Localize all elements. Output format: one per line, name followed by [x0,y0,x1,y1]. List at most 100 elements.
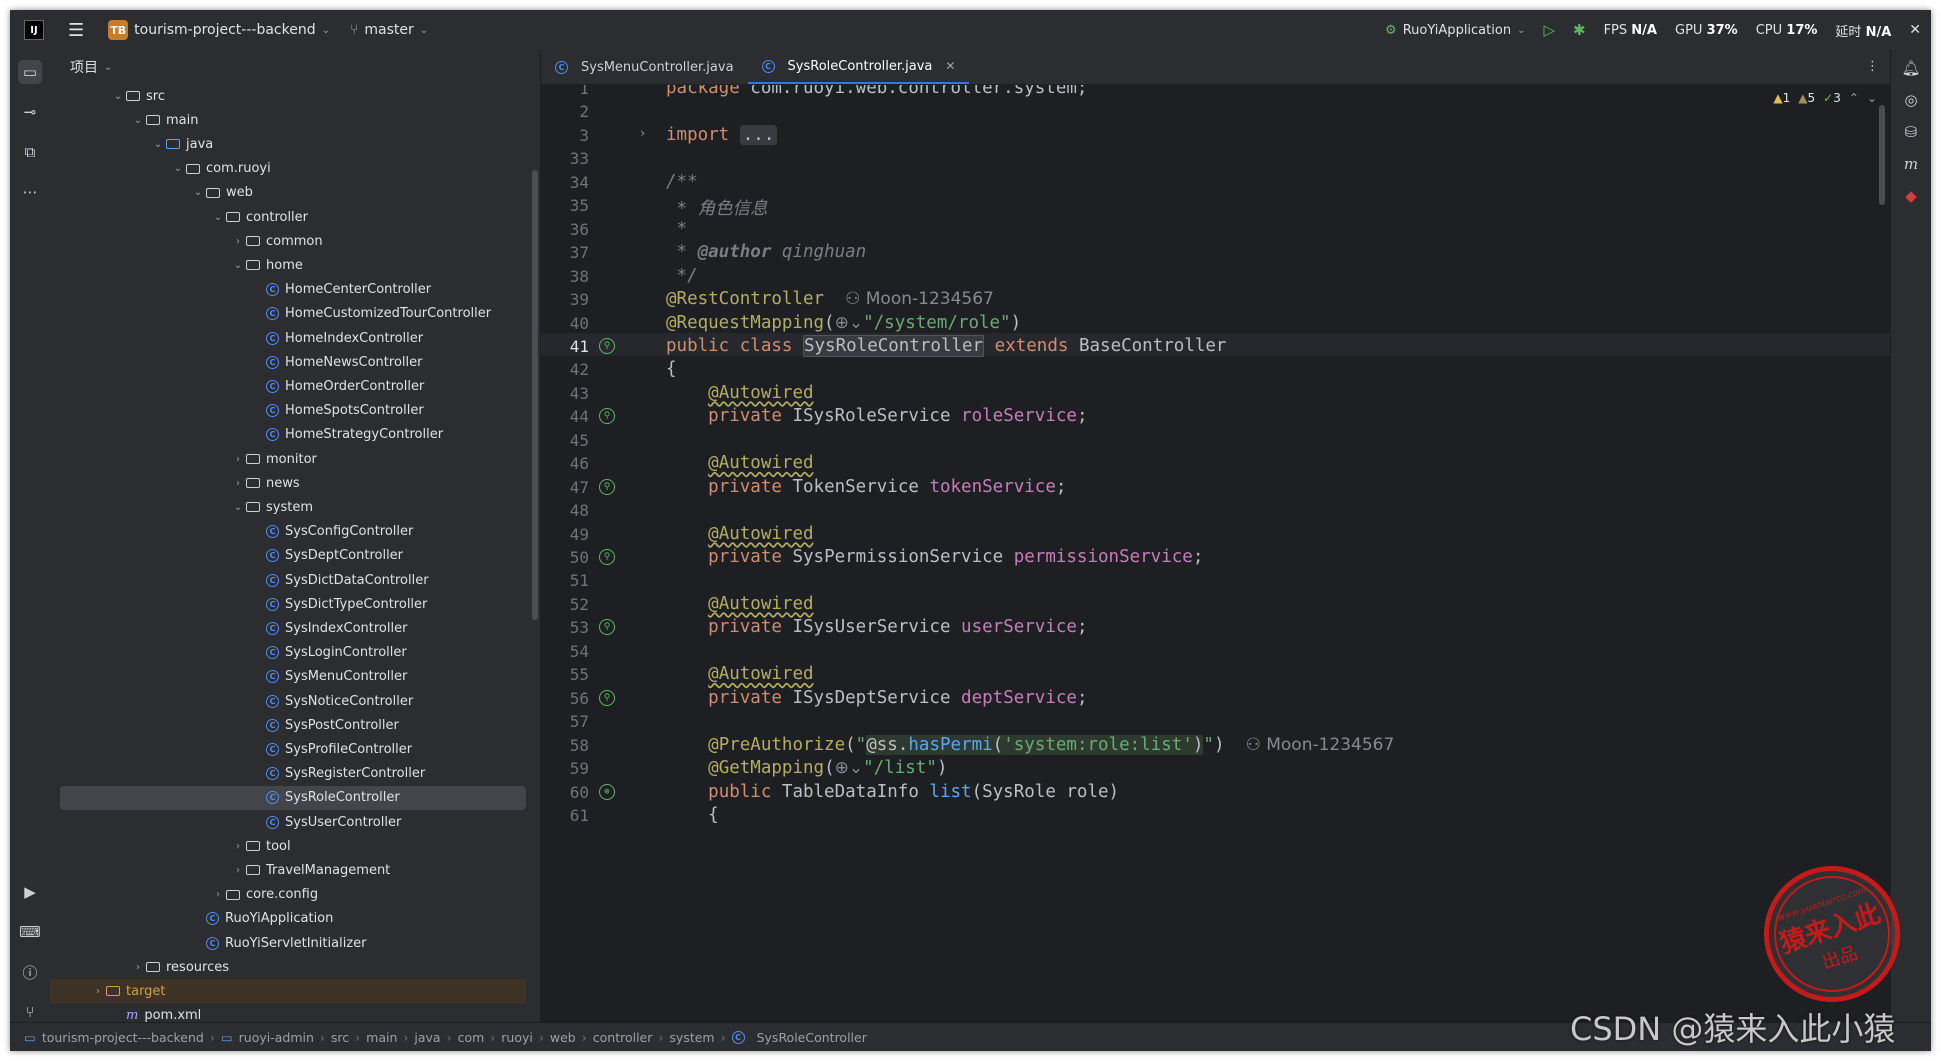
code-line[interactable]: 36 * [541,216,1891,239]
code-line[interactable]: 38 */ [541,263,1891,286]
chevron-down-icon[interactable]: ⌄ [210,212,226,223]
tree-item[interactable]: C SysProfileController [60,737,526,761]
breadcrumb-item[interactable]: src [331,1030,349,1045]
code-line[interactable]: 55 @Autowired [541,661,1891,684]
chevron-down-icon[interactable]: ⌄ [110,91,126,102]
chevron-right-icon[interactable]: › [230,454,246,465]
code-line[interactable]: 1 package com.ruoyi.web.controller.system… [541,85,1891,98]
tree-item[interactable]: C RuoYiApplication [60,907,526,931]
code-line[interactable]: 59 @GetMapping(⊕⌄"/list") [541,755,1891,778]
tree-item[interactable]: C HomeOrderController [60,374,526,398]
tree-item[interactable]: › tool [60,834,526,858]
tree-item[interactable]: C RuoYiServletInitializer [60,931,526,955]
tree-item[interactable]: ⌄ controller [60,205,526,229]
fold-arrow-icon[interactable]: › [639,126,646,140]
code-line[interactable]: 54 [541,638,1891,661]
code-line[interactable]: 43 @Autowired [541,380,1891,403]
code-line[interactable]: 45 [541,427,1891,450]
tab-sysrolecontroller[interactable]: C SysRoleController.java ✕ [747,50,970,84]
tree-item[interactable]: › monitor [60,447,526,471]
breadcrumb-item[interactable]: com [458,1030,485,1045]
code-line[interactable]: 37 * @author qinghuan [541,239,1891,262]
code-line[interactable]: 40 @RequestMapping(⊕⌄"/system/role") [541,310,1891,333]
code-line[interactable]: 60 ⊕ public TableDataInfo list(SysRole ro… [541,779,1891,802]
tree-item[interactable]: C SysDictTypeController [60,592,526,616]
endpoint-gutter-icon[interactable]: ⊕ [599,783,615,800]
tree-item[interactable]: C SysDeptController [60,544,526,568]
code-line[interactable]: 52 @Autowired [541,591,1891,614]
code-line[interactable]: 58 @PreAuthorize("@ss.hasPermi('system:r… [541,732,1891,755]
chevron-right-icon[interactable]: › [130,962,146,973]
code-line[interactable]: 56 ⚲ private ISysDeptService deptService; [541,685,1891,708]
code-line[interactable]: 49 @Autowired [541,521,1891,544]
services-icon[interactable]: ▶ [18,880,42,904]
more-tools-icon[interactable]: ⋯ [18,180,42,204]
spring-bean-gutter-icon[interactable]: ⚲ [599,337,615,354]
tree-item[interactable]: C SysPostController [60,713,526,737]
chevron-right-icon[interactable]: › [230,841,246,852]
spring-bean-gutter-icon[interactable]: ⚲ [599,549,615,565]
code-line[interactable]: 51 [541,567,1891,590]
chevron-right-icon[interactable]: › [230,478,246,489]
code-editor[interactable]: ▲1 ▲5 ✓3 ⌃ ⌄ 1 package com.ruoyi.web.cont… [541,85,1891,1023]
tree-item[interactable]: C HomeCustomizedTourController [60,302,526,326]
tree-item[interactable]: C HomeNewsController [60,350,526,374]
notifications-icon[interactable]: 🔔︎ [1901,58,1921,78]
branch-selector[interactable]: ⑂ master ⌄ [350,22,428,38]
tree-item[interactable]: C SysUserController [60,810,526,834]
chevron-down-icon[interactable]: ⌄ [230,260,246,271]
chevron-right-icon[interactable]: › [230,865,246,876]
tree-item[interactable]: ⌄ system [60,495,526,519]
chevron-down-icon[interactable]: ⌄ [170,163,186,174]
breadcrumb-item[interactable]: tourism-project---backend [42,1030,204,1045]
tree-item[interactable]: m pom.xml [60,1004,526,1023]
chevron-right-icon[interactable]: › [210,889,226,900]
tree-item[interactable]: ⌄ web [60,181,526,205]
breadcrumb-item[interactable]: controller [593,1030,653,1045]
tab-sysmenucontroller[interactable]: C SysMenuController.java [541,50,748,84]
chevron-down-icon[interactable]: ⌄ [190,187,206,198]
run-icon[interactable]: ▷ [1543,21,1555,39]
tree-item[interactable]: C HomeStrategyController [60,423,526,447]
more-options-icon[interactable]: ⋮ [1866,59,1879,74]
tree-item[interactable]: › core.config [60,883,526,907]
chevron-down-icon[interactable]: ⌄ [130,115,146,126]
tree-item[interactable]: C SysIndexController [60,616,526,640]
tree-item[interactable]: ⌄ java [60,132,526,156]
hamburger-menu-icon[interactable]: ☰ [68,20,84,41]
tree-item[interactable]: C SysMenuController [60,665,526,689]
code-line[interactable]: 35 * 角色信息 [541,192,1891,219]
chevron-down-icon[interactable]: ⌄ [230,502,246,513]
project-panel-header[interactable]: 项目 ⌄ [50,50,540,84]
close-tab-icon[interactable]: ✕ [945,59,955,73]
spring-bean-gutter-icon[interactable]: ⚲ [599,408,615,425]
spring-bean-gutter-icon[interactable]: ⚲ [599,478,615,495]
tree-item[interactable]: › news [60,471,526,495]
code-line[interactable]: 42 { [541,356,1891,379]
code-line[interactable]: 47 ⚲ private TokenService tokenService; [541,474,1891,497]
tree-item[interactable]: C SysDictDataController [60,568,526,592]
tree-item[interactable]: › target [50,979,526,1004]
tree-item[interactable]: C SysConfigController [60,520,526,544]
tree-item[interactable]: › TravelManagement [60,858,526,882]
code-line[interactable]: 57 [541,708,1891,731]
structure-icon[interactable]: ⧉ [18,140,42,164]
code-line[interactable]: 53 ⚲ private ISysUserService userService; [541,614,1891,637]
maven-icon[interactable]: m [1901,154,1921,174]
tree-item[interactable]: C HomeIndexController [60,326,526,350]
tree-scrollbar[interactable] [532,170,538,620]
commit-icon[interactable]: ⊸ [18,100,42,124]
code-line[interactable]: 61 { [541,802,1891,825]
tree-item[interactable]: C SysRegisterController [60,762,526,786]
plugin-icon[interactable]: ◆ [1901,186,1921,206]
breadcrumb-item[interactable]: system [669,1030,714,1045]
tree-item[interactable]: › resources [60,955,526,979]
spring-bean-gutter-icon[interactable]: ⚲ [599,619,615,636]
chevron-down-icon[interactable]: ⌄ [150,139,166,150]
breadcrumb-item[interactable]: ruoyi-admin [239,1030,314,1045]
git-icon[interactable]: ⑂ [18,1000,42,1024]
tree-item[interactable]: ⌄ home [60,253,526,277]
code-line[interactable]: 44 ⚲ private ISysRoleService roleService; [541,403,1891,426]
code-line[interactable]: 33 [541,145,1891,168]
breadcrumb-item[interactable]: main [366,1030,397,1045]
